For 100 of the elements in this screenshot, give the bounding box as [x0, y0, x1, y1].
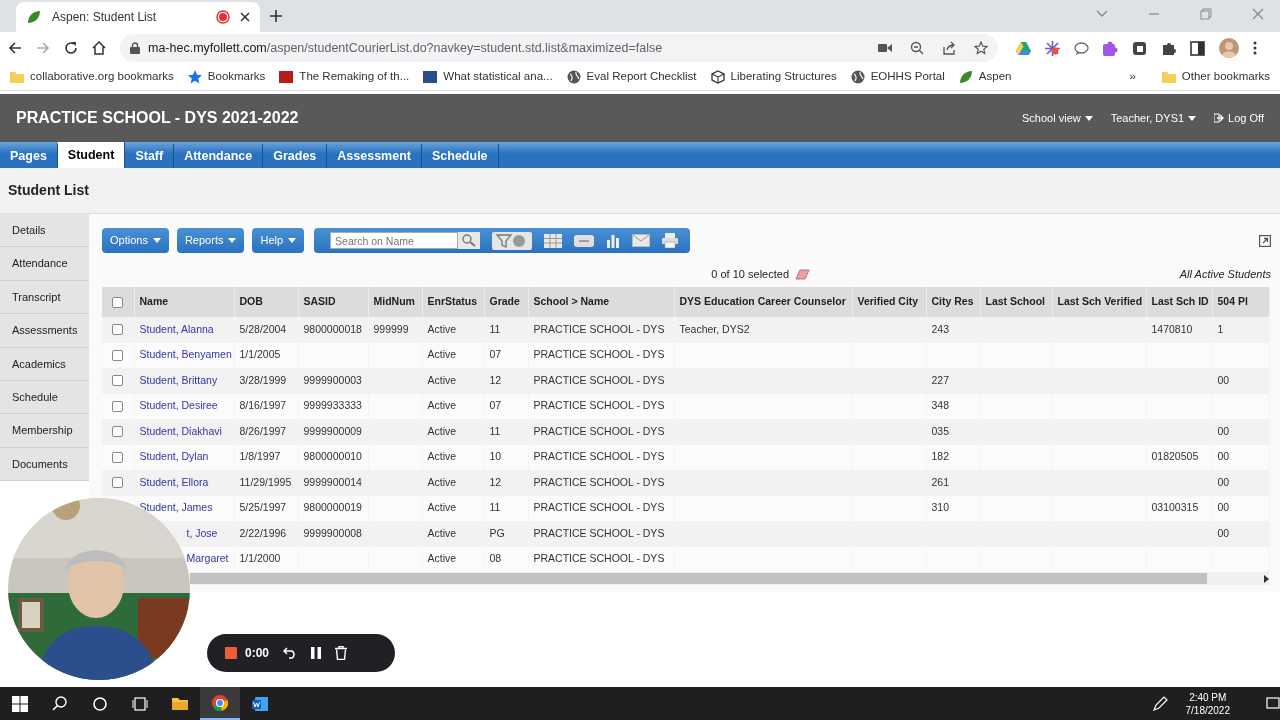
globe-icon[interactable] — [850, 70, 865, 84]
column-header[interactable]: City Res — [926, 287, 980, 317]
popout-icon[interactable] — [1259, 234, 1271, 247]
bookmark-link[interactable]: Bookmarks — [207, 68, 266, 86]
search-icon[interactable] — [52, 695, 68, 712]
bookmark-link[interactable]: The Remaking of th... — [299, 68, 410, 86]
mail-icon[interactable] — [632, 234, 651, 247]
student-link[interactable]: Student, Desiree — [139, 399, 218, 412]
student-link[interactable]: Student, James — [139, 501, 213, 514]
word-icon[interactable] — [252, 695, 268, 712]
student-link[interactable]: Margaret — [186, 552, 229, 565]
caret-icon[interactable] — [1084, 115, 1093, 121]
row-checkbox[interactable] — [112, 349, 124, 361]
bookmark-link[interactable]: Liberating Structures — [730, 68, 837, 86]
column-header[interactable]: 504 Pl — [1212, 287, 1269, 317]
bookmark-link[interactable]: EOHHS Portal — [870, 68, 945, 86]
column-header[interactable]: DOB — [234, 287, 298, 317]
home-icon[interactable] — [92, 41, 106, 55]
bookmark-link[interactable]: Eval Report Checklist — [586, 68, 697, 86]
student-link[interactable]: Student, Dylan — [139, 450, 209, 463]
avatar-icon[interactable] — [1219, 38, 1239, 58]
eraser-icon[interactable] — [795, 268, 810, 280]
student-link[interactable]: t, Jose — [186, 526, 218, 539]
bar-chart-icon[interactable] — [606, 233, 621, 248]
new-tab-icon[interactable] — [270, 10, 282, 22]
more-icon[interactable] — [1253, 41, 1257, 55]
tab-search-icon[interactable] — [1096, 10, 1108, 18]
star-icon[interactable] — [974, 41, 988, 55]
log-off-link[interactable]: Log Off — [1228, 109, 1264, 127]
row-checkbox[interactable] — [112, 324, 124, 336]
drive-icon[interactable] — [1016, 41, 1031, 55]
zoom-out-icon[interactable] — [910, 41, 924, 55]
dropdown-button[interactable]: Options — [102, 228, 169, 253]
nav-tab[interactable]: Student — [57, 142, 126, 168]
column-header[interactable]: School > Name — [528, 287, 674, 317]
column-header[interactable]: Last School — [980, 287, 1052, 317]
trash-icon[interactable] — [335, 646, 348, 660]
task-view-icon[interactable] — [132, 695, 148, 712]
undo-icon[interactable] — [283, 647, 298, 659]
pause-icon[interactable] — [311, 647, 322, 659]
row-checkbox[interactable] — [112, 400, 124, 412]
row-checkbox[interactable] — [112, 477, 124, 489]
column-header[interactable]: Grade — [484, 287, 528, 317]
folder-icon[interactable] — [172, 695, 188, 712]
dropdown-button[interactable]: Reports — [176, 228, 245, 253]
side-tab[interactable]: Attendance — [0, 247, 89, 281]
tile-icon[interactable] — [423, 70, 438, 84]
chat-icon[interactable] — [1074, 41, 1089, 55]
side-tab[interactable]: Schedule — [0, 380, 89, 415]
column-header[interactable]: SASID — [298, 287, 368, 317]
camera-icon[interactable] — [878, 43, 892, 53]
student-link[interactable]: Student, Benyamen — [139, 348, 232, 361]
side-tab[interactable]: Assessments — [0, 314, 89, 348]
print-icon[interactable] — [662, 233, 679, 248]
caret-icon[interactable] — [1188, 115, 1197, 121]
more-bookmarks-button[interactable]: » — [1129, 68, 1136, 86]
bookmark-link[interactable]: Aspen — [978, 68, 1012, 86]
side-tab[interactable]: Academics — [0, 347, 89, 381]
row-checkbox[interactable] — [112, 451, 124, 463]
bookmark-link[interactable]: Other bookmarks — [1181, 68, 1270, 86]
dropdown-button[interactable]: Help — [252, 228, 305, 253]
column-header[interactable]: MidNum — [368, 287, 422, 317]
bookmark-link[interactable]: collaborative.org bookmarks — [30, 68, 174, 86]
side-tab[interactable]: Documents — [0, 447, 89, 482]
notification-icon[interactable] — [1266, 696, 1280, 711]
puzzle-icon[interactable] — [1103, 40, 1118, 56]
filter-icon[interactable] — [492, 231, 533, 250]
burst-icon[interactable] — [1045, 40, 1060, 56]
back-icon[interactable] — [8, 41, 22, 55]
column-header[interactable]: Last Sch ID — [1146, 287, 1212, 317]
horizontal-scrollbar[interactable] — [190, 572, 1269, 585]
globe-icon[interactable] — [566, 70, 581, 84]
search-field[interactable]: Search on Name — [330, 232, 459, 249]
grid-icon[interactable] — [544, 233, 563, 248]
pen-icon[interactable] — [1151, 695, 1168, 712]
column-header[interactable]: Last Sch Verified — [1052, 287, 1146, 317]
column-header[interactable]: Name — [134, 287, 234, 317]
star-icon[interactable] — [187, 70, 202, 84]
share-icon[interactable] — [942, 41, 956, 55]
select-all-checkbox[interactable] — [112, 296, 124, 308]
bookmark-link[interactable]: What statistical ana... — [443, 68, 553, 86]
side-panel-icon[interactable] — [1190, 40, 1205, 56]
arrow-right-icon[interactable] — [1264, 574, 1269, 583]
row-checkbox[interactable] — [112, 375, 124, 387]
column-header[interactable]: Verified City — [852, 287, 926, 317]
tile-icon[interactable] — [279, 70, 294, 84]
circle-icon[interactable] — [92, 695, 108, 712]
dropdown-link[interactable]: School view — [1022, 109, 1081, 127]
reload-icon[interactable] — [64, 41, 78, 55]
side-tab[interactable]: Transcript — [0, 280, 89, 315]
logout-icon[interactable] — [1214, 113, 1225, 123]
chrome-icon[interactable] — [212, 694, 228, 711]
dropdown-link[interactable]: Teacher, DYS1 — [1110, 109, 1185, 127]
close-icon[interactable] — [240, 12, 250, 22]
column-header[interactable]: EnrStatus — [422, 287, 484, 317]
cube-icon[interactable] — [710, 70, 725, 84]
row-checkbox[interactable] — [112, 426, 124, 438]
side-tab[interactable]: Membership — [0, 414, 89, 448]
extension-icon[interactable] — [1132, 40, 1147, 56]
side-tab[interactable]: Details — [0, 214, 89, 248]
